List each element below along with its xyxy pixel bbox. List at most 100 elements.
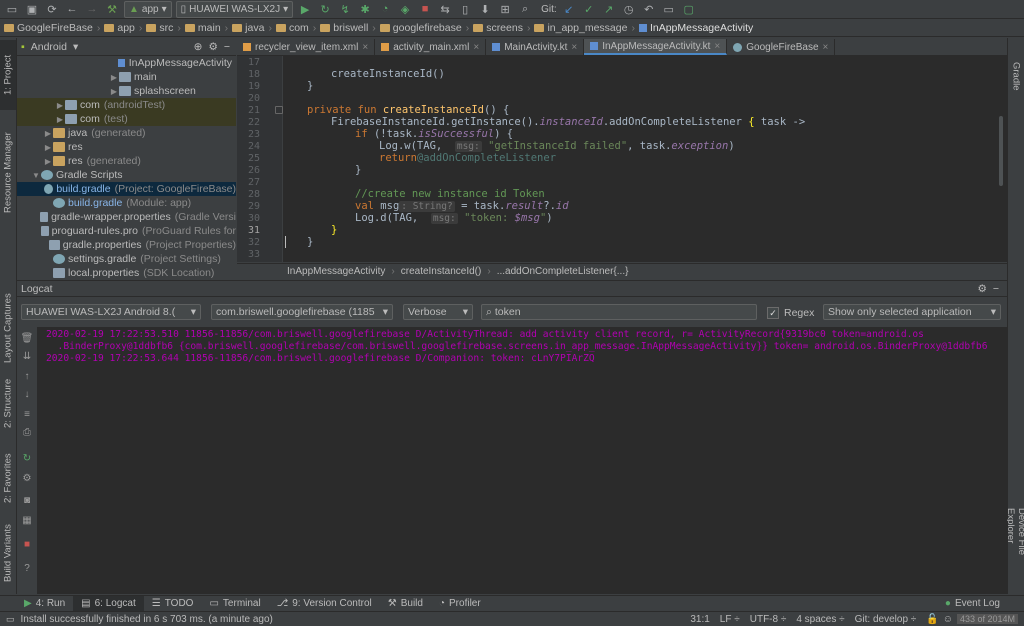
up-arrow-icon[interactable]: ↑ <box>20 369 34 383</box>
debug-icon[interactable]: ✱ <box>357 1 373 17</box>
back-icon[interactable]: ← <box>64 1 80 17</box>
tree-item[interactable]: ▶ com (test) <box>17 112 236 126</box>
settings-icon[interactable]: ⚙ <box>20 471 34 485</box>
bottom-tab[interactable]: ▶ 4: Run <box>16 596 73 611</box>
tool-tab-build-variants[interactable]: Build Variants <box>0 518 16 588</box>
event-log-tab[interactable]: ● Event Log <box>937 596 1008 611</box>
tool-tab-gradle[interactable]: Gradle <box>1008 56 1024 96</box>
bottom-tab[interactable]: ☰ TODO <box>144 596 202 611</box>
breadcrumb-item[interactable]: main <box>184 22 221 34</box>
profile-icon[interactable]: ◔ <box>377 1 393 17</box>
logcat-level-select[interactable]: Verbose ▾ <box>403 304 473 320</box>
stop-icon[interactable]: ■ <box>20 537 34 551</box>
run-config-select[interactable]: ▲ app ▾ <box>124 0 172 18</box>
tree-item[interactable]: settings.gradle (Project Settings) <box>17 252 236 266</box>
regex-checkbox[interactable]: ✓ Regex <box>767 307 814 319</box>
apply-code-changes-icon[interactable]: ↯ <box>337 1 353 17</box>
open-folder-icon[interactable]: ▭ <box>4 1 20 17</box>
revert-icon[interactable]: ↶ <box>641 1 657 17</box>
tool-tab-favorites[interactable]: 2: Favorites <box>0 448 16 508</box>
fold-marker-icon[interactable] <box>275 106 283 114</box>
bottom-tab[interactable]: ▤ 6: Logcat <box>73 596 144 611</box>
logcat-output[interactable]: 2020-02-19 17:22:53.510 11856-11856/com.… <box>38 327 1007 594</box>
breadcrumb-item[interactable]: com <box>275 22 309 34</box>
bottom-tab[interactable]: ⎇ 9: Version Control <box>269 596 380 611</box>
search-icon[interactable]: ⌕ <box>517 1 533 17</box>
tree-item[interactable]: proguard-rules.pro (ProGuard Rules for <box>17 224 236 238</box>
collapsed-arrow-icon[interactable]: ▶ <box>109 73 119 82</box>
expanded-arrow-icon[interactable]: ▼ <box>31 171 41 180</box>
close-icon[interactable]: × <box>823 42 829 53</box>
tree-item[interactable]: ▶ com (androidTest) <box>17 98 236 112</box>
screen-capture-icon[interactable]: ◙ <box>20 493 34 507</box>
code-editor[interactable]: createInstanceId() } private fun createI… <box>283 56 1007 262</box>
device-select[interactable]: ▯ HUAWEI WAS-LX2J ▾ <box>175 0 294 18</box>
collapsed-arrow-icon[interactable]: ▶ <box>109 87 119 96</box>
chevron-down-icon[interactable]: ▾ <box>73 41 78 53</box>
logcat-filter-select[interactable]: Show only selected application ▾ <box>823 304 1001 320</box>
sdk-manager-icon[interactable]: ⬇ <box>477 1 493 17</box>
tree-item[interactable]: build.gradle (Module: app) <box>17 196 236 210</box>
logcat-device-select[interactable]: HUAWEI WAS-LX2J Android 8.(▾ <box>21 304 201 320</box>
hide-icon[interactable]: − <box>224 41 230 53</box>
tool-tab-layout-captures[interactable]: Layout Captures <box>0 283 16 373</box>
settings-icon[interactable]: ⚙ <box>208 41 217 53</box>
git-update-icon[interactable]: ↙ <box>561 1 577 17</box>
help-icon[interactable]: ? <box>20 561 34 575</box>
soft-wrap-icon[interactable]: ≡ <box>20 407 34 421</box>
bottom-tab[interactable]: ◔ Profiler <box>431 596 489 611</box>
down-arrow-icon[interactable]: ↓ <box>20 387 34 401</box>
forward-icon[interactable]: → <box>84 1 100 17</box>
avd-manager-icon[interactable]: ▯ <box>457 1 473 17</box>
editor-tab[interactable]: GoogleFireBase × <box>727 39 836 55</box>
tree-item[interactable]: ▶ res (generated) <box>17 154 236 168</box>
breadcrumb-item[interactable]: screens <box>473 22 523 34</box>
collapsed-arrow-icon[interactable]: ▶ <box>55 101 65 110</box>
logcat-process-select[interactable]: com.briswell.googlefirebase (1185 ▾ <box>211 304 393 320</box>
close-icon[interactable]: × <box>571 42 577 53</box>
editor-tab[interactable]: InAppMessageActivity.kt × <box>584 39 728 55</box>
collapsed-arrow-icon[interactable]: ▶ <box>43 129 53 138</box>
sync-gradle-icon[interactable]: ⇆ <box>437 1 453 17</box>
git-branch[interactable]: Git: develop ÷ <box>855 614 917 625</box>
indent-setting[interactable]: 4 spaces ÷ <box>796 614 844 625</box>
screen-record-icon[interactable]: ▭ <box>661 1 677 17</box>
breadcrumb-item[interactable]: googlefirebase <box>379 22 462 34</box>
screen-record-icon[interactable]: ▦ <box>20 513 34 527</box>
git-commit-icon[interactable]: ✓ <box>581 1 597 17</box>
scroll-to-end-icon[interactable]: ⇊ <box>20 349 34 363</box>
print-icon[interactable]: ⎙ <box>20 425 34 439</box>
tree-item[interactable]: ▶ splashscreen <box>17 84 236 98</box>
editor-tab[interactable]: activity_main.xml × <box>375 39 487 55</box>
close-icon[interactable]: × <box>714 41 720 52</box>
tree-item[interactable]: ▶ main <box>17 70 236 84</box>
breadcrumb-item[interactable]: in_app_message <box>534 22 627 34</box>
editor-scrollbar[interactable] <box>999 116 1003 186</box>
sync-icon[interactable]: ⟳ <box>44 1 60 17</box>
collapsed-arrow-icon[interactable]: ▶ <box>55 115 65 124</box>
bottom-tab[interactable]: ▭ Terminal <box>201 596 268 611</box>
device-screenshot-icon[interactable]: ▢ <box>681 1 697 17</box>
tree-item[interactable]: gradle.properties (Project Properties) <box>17 238 236 252</box>
code-breadcrumb-item[interactable]: InAppMessageActivity <box>287 266 385 277</box>
clear-logcat-icon[interactable]: 🗑 <box>20 331 34 345</box>
collapsed-arrow-icon[interactable]: ▶ <box>43 157 53 166</box>
line-separator[interactable]: LF ÷ <box>720 614 740 625</box>
caret-position[interactable]: 31:1 <box>690 614 709 625</box>
breadcrumb-item[interactable]: app <box>104 22 135 34</box>
tool-tab-device-file-explorer[interactable]: Device File Explorer <box>1005 508 1024 588</box>
tree-item[interactable]: local.properties (SDK Location) <box>17 266 236 278</box>
layout-inspector-icon[interactable]: ⊞ <box>497 1 513 17</box>
stop-icon[interactable]: ■ <box>417 1 433 17</box>
code-breadcrumb-item[interactable]: createInstanceId() <box>401 266 482 277</box>
history-icon[interactable]: ◷ <box>621 1 637 17</box>
breadcrumb-item[interactable]: src <box>146 22 173 34</box>
status-message[interactable]: Install successfully finished in 6 s 703… <box>21 614 273 625</box>
attach-debugger-icon[interactable]: ◈ <box>397 1 413 17</box>
tool-tab-project[interactable]: 1: Project <box>0 40 16 110</box>
breadcrumb-item[interactable]: java <box>232 22 264 34</box>
close-icon[interactable]: × <box>362 42 368 53</box>
tool-tab-structure[interactable]: 2: Structure <box>0 373 16 433</box>
tree-item[interactable]: ▶ res <box>17 140 236 154</box>
tree-item[interactable]: ▼ Gradle Scripts <box>17 168 236 182</box>
